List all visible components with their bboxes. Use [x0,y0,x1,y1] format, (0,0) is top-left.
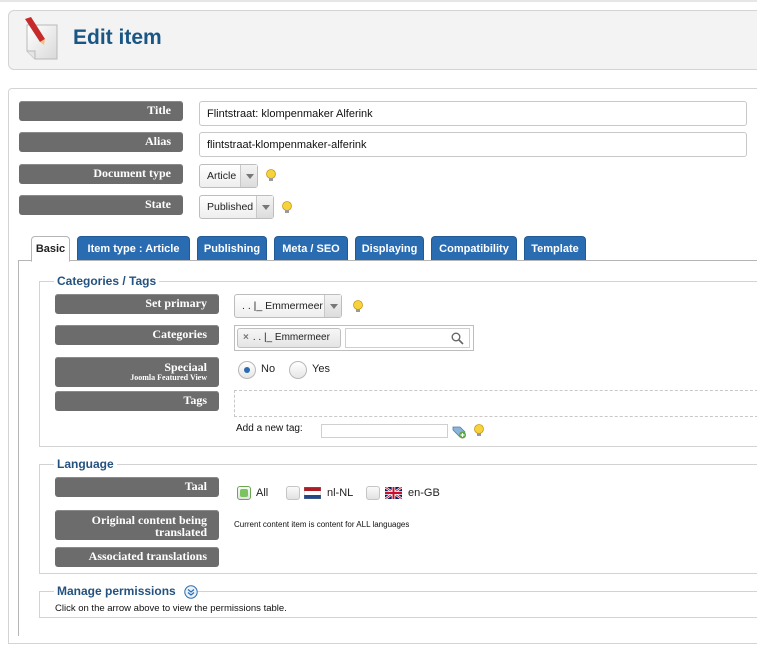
associated-translations-label: Associated translations [55,547,219,567]
original-content-note: Current content item is content for ALL … [234,520,410,529]
category-chip: ×. . |_ Emmermeer [237,328,341,348]
lightbulb-icon[interactable] [281,201,293,215]
tab-item-type[interactable]: Item type : Article [77,236,190,261]
language-en-label: en-GB [408,487,440,499]
tab-template[interactable]: Template [524,236,586,261]
language-en-checkbox[interactable] [366,486,380,500]
document-type-label: Document type [19,164,183,184]
categories-label: Categories [55,325,219,345]
uk-flag-icon [385,487,402,499]
tab-publishing[interactable]: Publishing [197,236,267,261]
chip-label: . . |_ Emmermeer [252,332,330,343]
language-all-label: All [256,487,269,499]
page-title: Edit item [73,26,162,49]
speciaal-sublabel: Joomla Featured View [130,373,207,382]
netherlands-flag-icon [304,487,321,499]
tab-compatibility[interactable]: Compatibility [431,236,517,261]
lightbulb-icon[interactable] [352,300,364,314]
tab-meta-seo[interactable]: Meta / SEO [274,236,348,261]
language-nl-checkbox[interactable] [286,486,300,500]
add-tag-input[interactable] [321,424,448,438]
tab-displaying[interactable]: Displaying [355,236,424,261]
title-label: Title [19,101,183,121]
featured-no-label: No [261,363,276,375]
add-tag-icon[interactable] [452,424,467,439]
featured-no-radio[interactable] [238,361,256,379]
lightbulb-icon[interactable] [265,169,277,183]
title-input[interactable]: Flintstraat: klompenmaker Alferink [199,101,747,126]
set-primary-label: Set primary [55,294,219,314]
set-primary-value: . . |_ Emmermeer [242,300,323,312]
speciaal-label: Speciaal Joomla Featured View [55,357,219,387]
original-content-label: Original content being translated [55,510,219,540]
speciaal-label-text: Speciaal [164,360,207,374]
permissions-note: Click on the arrow above to view the per… [55,603,287,614]
lightbulb-icon[interactable] [473,424,485,438]
taal-label: Taal [55,477,219,497]
tags-label: Tags [55,391,219,411]
language-all-checkbox[interactable] [237,486,251,500]
language-nl-label: nl-NL [327,487,354,499]
permissions-legend[interactable]: Manage permissions [54,584,196,598]
search-icon [451,332,464,345]
tags-dropzone[interactable] [234,390,757,417]
alias-label: Alias [19,132,183,152]
chevron-down-icon[interactable] [256,196,273,218]
permissions-legend-text: Manage permissions [57,584,176,598]
alias-input[interactable]: flintstraat-klompenmaker-alferink [199,132,747,157]
categories-legend: Categories / Tags [54,274,160,288]
document-type-select[interactable]: Article [199,164,258,188]
chevron-down-icon[interactable] [240,165,257,187]
categories-multiselect[interactable]: ×. . |_ Emmermeer [234,325,474,351]
page-header: Edit item [8,10,757,70]
top-border [0,0,757,2]
state-value: Published [207,201,254,213]
tab-basic[interactable]: Basic [31,236,70,262]
set-primary-select[interactable]: . . |_ Emmermeer [234,294,342,318]
edit-document-icon [25,17,58,60]
featured-yes-radio[interactable] [289,361,307,379]
document-type-value: Article [207,170,237,182]
add-tag-label: Add a new tag: [236,423,303,434]
expand-arrow-icon[interactable] [184,585,198,599]
category-search-input[interactable] [345,328,470,348]
chip-remove-button[interactable]: × [243,332,249,343]
chevron-down-icon[interactable] [324,295,341,317]
language-legend: Language [54,457,117,471]
featured-yes-label: Yes [312,363,330,375]
state-label: State [19,195,183,215]
state-select[interactable]: Published [199,195,274,219]
